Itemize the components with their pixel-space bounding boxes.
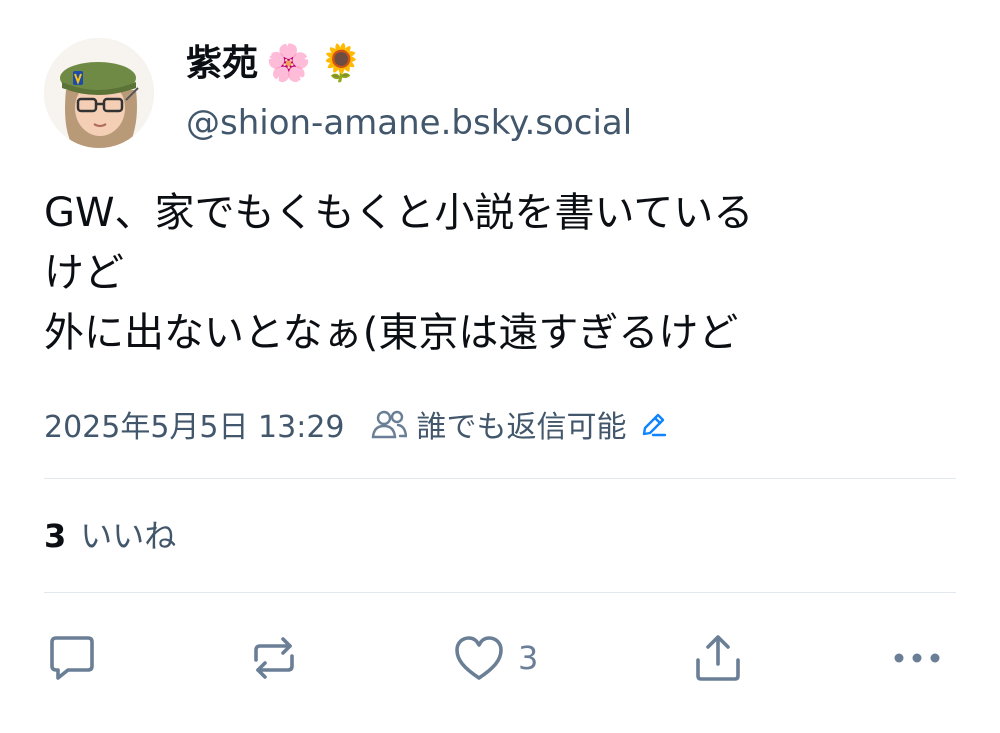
like-count: 3 xyxy=(518,639,539,677)
post-timestamp: 2025年5月5日 13:29 xyxy=(44,410,345,445)
reply-setting-label: 誰でも返信可能 xyxy=(416,410,627,445)
reply-button[interactable] xyxy=(46,628,98,688)
likes-label: いいね xyxy=(80,517,177,555)
display-name[interactable]: 紫苑 🌸 🌻 xyxy=(186,40,364,88)
avatar[interactable] xyxy=(44,38,154,148)
repost-icon xyxy=(254,637,294,679)
post-text: GW、家でもくもくと小説を書いている けど 外に出ないとなぁ(東京は遠すぎるけど xyxy=(44,190,754,356)
likes-summary[interactable]: 3 いいね xyxy=(44,514,176,558)
comment-icon xyxy=(50,636,94,680)
heart-icon xyxy=(455,636,503,680)
divider-top xyxy=(44,478,956,479)
display-name-text: 紫苑 xyxy=(186,43,259,84)
edit-reply-setting[interactable] xyxy=(639,409,669,439)
repost-button[interactable] xyxy=(248,628,300,688)
divider-bottom xyxy=(44,592,956,593)
edit-pencil-icon xyxy=(642,413,666,437)
like-button[interactable]: 3 xyxy=(452,628,538,688)
share-icon xyxy=(696,635,740,681)
likes-count: 3 xyxy=(44,517,67,555)
sunflower-emoji: 🌻 xyxy=(318,43,364,84)
avatar-illustration xyxy=(44,38,154,148)
author-handle[interactable]: @shion-amane.bsky.social xyxy=(186,100,632,146)
people-icon xyxy=(371,410,407,439)
reply-setting[interactable]: 誰でも返信可能 xyxy=(371,402,627,446)
more-icon xyxy=(894,653,940,663)
share-button[interactable] xyxy=(692,628,744,688)
cherry-blossom-emoji: 🌸 xyxy=(266,43,311,84)
more-button[interactable] xyxy=(890,628,944,688)
post-meta: 2025年5月5日 13:29 誰でも返信可能 xyxy=(44,402,669,446)
